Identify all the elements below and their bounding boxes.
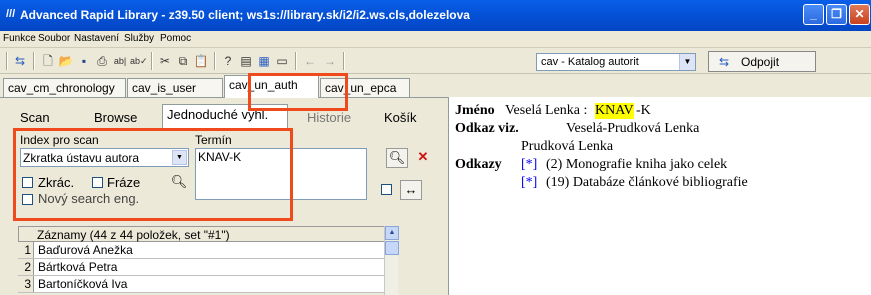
toolbar-separator [295, 52, 297, 70]
toolbar-separator [214, 52, 216, 70]
scroll-up-icon[interactable]: ▲ [385, 226, 399, 240]
records-header: Záznamy (44 z 44 položek, set "#1") [18, 226, 398, 242]
copy-icon[interactable]: ⧉ [175, 53, 191, 69]
row-number: 1 [18, 242, 34, 258]
menu-pomoc[interactable]: Pomoc [160, 33, 191, 44]
paste-icon[interactable]: 📋 [193, 53, 209, 69]
table-row[interactable]: 2 Bártková Petra [18, 259, 398, 276]
ref-link[interactable]: [*] [521, 157, 537, 173]
expand-horizontal-icon[interactable]: ↔ [400, 180, 422, 200]
name-code-rest: -K [636, 103, 651, 118]
row-name: Bártková Petra [38, 260, 118, 274]
ref-link[interactable]: [*] [521, 175, 537, 191]
connect-icon[interactable]: ⇆ [12, 53, 28, 69]
new-document-icon[interactable]: 🗋 [40, 53, 56, 69]
table-row[interactable]: 1 Baďurová Anežka [18, 242, 398, 259]
see-field-label: Odkaz viz. [455, 121, 519, 136]
spellcheck-icon[interactable]: ab✓ [130, 53, 148, 69]
menu-soubor[interactable]: Soubor [38, 33, 70, 44]
name-code-highlight: KNAV [595, 103, 634, 119]
window-title: Advanced Rapid Library - z39.50 client; … [20, 8, 470, 22]
option-checkbox[interactable] [381, 184, 392, 195]
database-tabs: cav_cm_chronology cav_is_user cav_un_aut… [0, 74, 871, 98]
record-detail-pane: Jméno Veselá Lenka : KNAV -K Odkaz viz. … [448, 97, 871, 295]
disconnect-button[interactable]: ⇆ Odpojit [708, 51, 816, 72]
app-window: /// Advanced Rapid Library - z39.50 clie… [0, 0, 871, 295]
window-icon[interactable]: ▭ [274, 53, 290, 69]
title-bar: /// Advanced Rapid Library - z39.50 clie… [0, 0, 871, 31]
table-row[interactable]: 3 Bartoníčková Iva [18, 276, 398, 293]
see-field-value-2: Prudková Lenka [521, 139, 614, 154]
disconnect-icon: ⇆ [719, 55, 730, 69]
highlight-box-search-form [13, 128, 293, 221]
disconnect-label: Odpojit [741, 55, 780, 69]
records-header-text: Záznamy (44 z 44 položek, set "#1") [37, 228, 230, 242]
clear-x-icon[interactable]: ✕ [412, 148, 434, 168]
row-number: 3 [18, 276, 34, 292]
search-button-icon[interactable]: 🔍︎ [386, 148, 408, 168]
catalog-select-value: cav - Katalog autorit [541, 56, 639, 68]
forward-arrow-icon[interactable]: → [322, 53, 338, 69]
name-field-value: Veselá Lenka : [505, 103, 588, 118]
ref-text: (19) Databáze článkové bibliografie [546, 175, 748, 190]
tab-browse[interactable]: Browse [90, 108, 141, 128]
restore-button[interactable]: ❐ [826, 4, 847, 25]
refs-field-label: Odkazy [455, 157, 502, 172]
tab-history[interactable]: Historie [303, 108, 355, 128]
see-field-value-1: Veselá-Prudková Lenka [566, 121, 700, 136]
records-scrollbar[interactable]: ▲ [384, 226, 399, 295]
help-icon[interactable]: ? [220, 53, 236, 69]
toolbar-separator [343, 52, 345, 70]
row-name: Baďurová Anežka [38, 243, 133, 257]
row-number: 2 [18, 259, 34, 275]
database-icon[interactable]: ▦ [256, 53, 272, 69]
text-field-icon[interactable]: ab| [112, 53, 128, 69]
toolbar-separator [33, 52, 35, 70]
toolbar-separator [151, 52, 153, 70]
menu-sluzby[interactable]: Služby [124, 33, 154, 44]
highlight-box-active-tab [248, 73, 348, 111]
name-field-label: Jméno [455, 103, 495, 118]
preview-icon[interactable]: ▤ [238, 53, 254, 69]
row-name: Bartoníčková Iva [38, 277, 128, 291]
tab-cav-cm-chronology[interactable]: cav_cm_chronology [3, 78, 126, 97]
menu-bar: Funkce Soubor Nastavení Služby Pomoc [0, 31, 871, 48]
save-icon[interactable]: ▪ [76, 53, 92, 69]
chevron-down-icon[interactable]: ▼ [679, 54, 695, 70]
tab-cav-is-user[interactable]: cav_is_user [127, 78, 223, 97]
print-icon[interactable]: ⎙ [94, 53, 110, 69]
scroll-thumb[interactable] [385, 241, 399, 255]
catalog-select[interactable]: cav - Katalog autorit ▼ [536, 53, 696, 71]
back-arrow-icon[interactable]: ← [302, 53, 318, 69]
tab-scan[interactable]: Scan [16, 108, 54, 128]
menu-nastaveni[interactable]: Nastavení [74, 33, 119, 44]
toolbar-grip [6, 52, 8, 70]
ref-text: (2) Monografie kniha jako celek [546, 157, 728, 172]
open-folder-icon[interactable]: 📂 [58, 53, 74, 69]
close-button[interactable]: ✕ [849, 4, 870, 25]
minimize-button[interactable]: _ [803, 4, 824, 25]
tab-basket[interactable]: Košík [380, 108, 421, 128]
cut-icon[interactable]: ✂ [157, 53, 173, 69]
menu-funkce[interactable]: Funkce [3, 33, 36, 44]
